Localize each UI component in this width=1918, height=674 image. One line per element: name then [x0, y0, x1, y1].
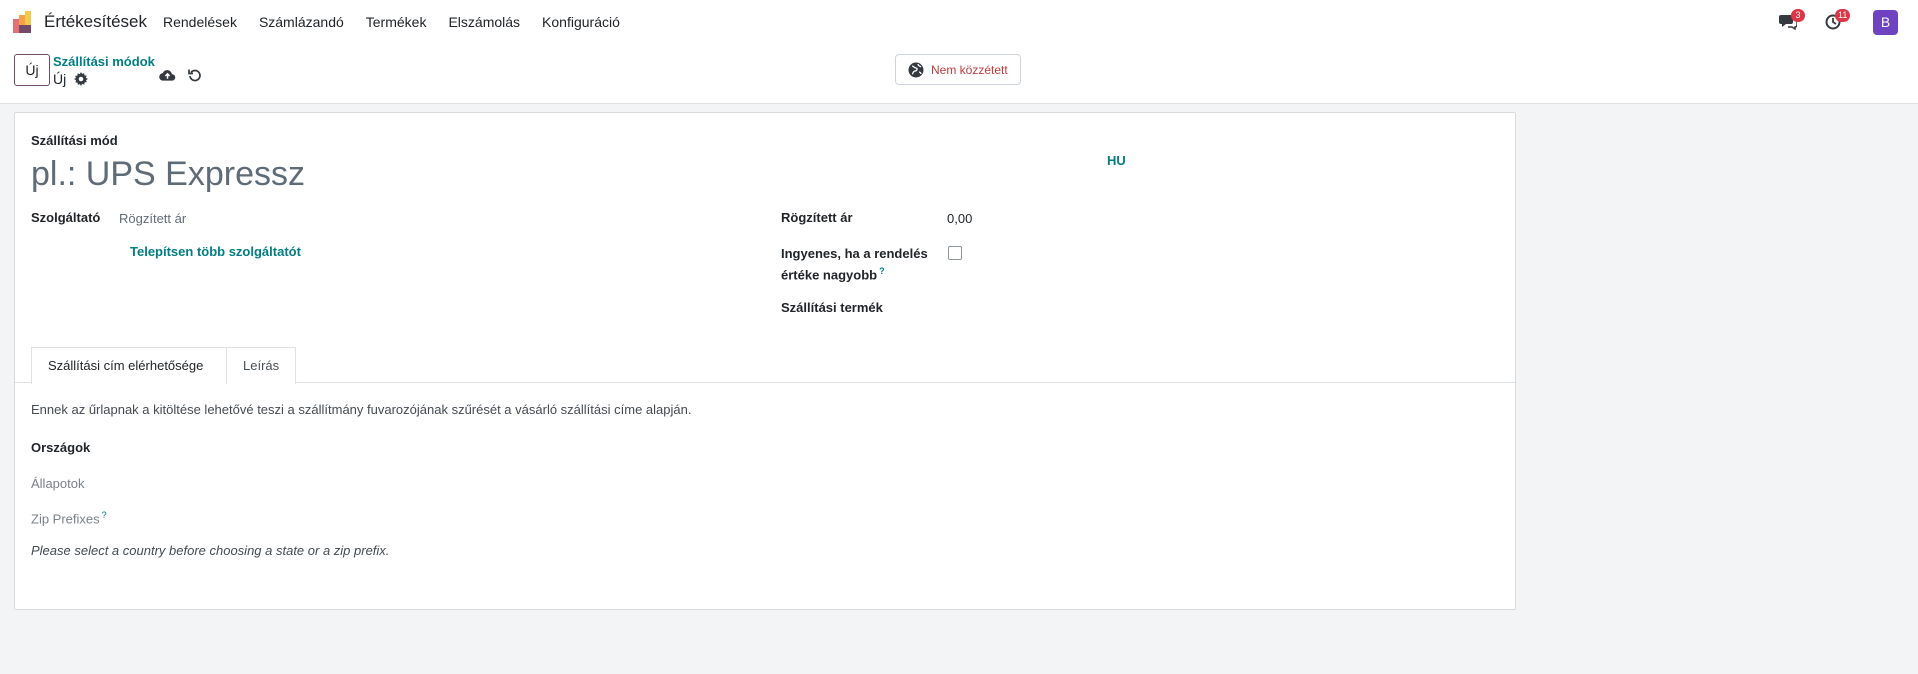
control-panel: Új Szállítási módok Új Nem közzétett	[0, 44, 1918, 104]
name-input[interactable]: pl.: UPS Expressz	[31, 155, 305, 194]
new-button[interactable]: Új	[14, 54, 50, 86]
name-label: Szállítási mód	[31, 133, 118, 148]
menu-to-invoice[interactable]: Számlázandó	[248, 14, 355, 30]
tab-description[interactable]: Leírás	[227, 347, 296, 384]
free-if-label-line1: Ingyenes, ha a rendelés	[781, 246, 928, 261]
free-if-help-icon[interactable]: ?	[879, 266, 885, 276]
breadcrumb-shipping-methods[interactable]: Szállítási módok	[53, 54, 155, 69]
fixed-price-label: Rögzített ár	[781, 210, 853, 225]
notebook-tabs: Szállítási cím elérhetősége Leírás	[15, 344, 1515, 384]
free-if-label-line2: értéke nagyobb	[781, 267, 878, 283]
form-sheet: Szállítási mód pl.: UPS Expressz HU Szol…	[14, 112, 1516, 610]
countries-label: Országok	[31, 440, 91, 455]
install-more-providers-link[interactable]: Telepítsen több szolgáltatót	[130, 244, 301, 259]
tab-address-availability[interactable]: Szállítási cím elérhetősége	[31, 347, 227, 384]
menu-orders[interactable]: Rendelések	[152, 14, 248, 30]
messages-badge: 3	[1791, 9, 1805, 22]
globe-icon	[908, 62, 924, 77]
menu-configuration[interactable]: Konfiguráció	[531, 14, 631, 30]
activities-button[interactable]: 11	[1825, 9, 1851, 32]
gear-icon[interactable]	[74, 72, 88, 86]
delivery-product-label: Szállítási termék	[781, 300, 883, 315]
app-name[interactable]: Értékesítések	[44, 12, 147, 32]
zip-help-icon[interactable]: ?	[102, 510, 107, 520]
availability-info-text: Ennek az űrlapnak a kitöltése lehetővé t…	[31, 402, 692, 417]
country-hint: Please select a country before choosing …	[31, 543, 390, 558]
discard-undo-icon[interactable]	[188, 68, 202, 82]
provider-select[interactable]: Rögzített ár	[119, 211, 186, 226]
messages-button[interactable]: 3	[1779, 9, 1805, 32]
main-menu: Rendelések Számlázandó Termékek Elszámol…	[152, 0, 631, 44]
publish-label: Nem közzétett	[931, 62, 1008, 77]
menu-reporting[interactable]: Elszámolás	[437, 14, 531, 30]
menu-products[interactable]: Termékek	[355, 14, 438, 30]
activities-badge: 11	[1835, 9, 1851, 22]
zip-prefixes-label: Zip Prefixes?	[31, 510, 107, 526]
language-button[interactable]: HU	[1107, 153, 1126, 168]
free-if-checkbox[interactable]	[948, 246, 962, 260]
free-if-label: értéke nagyobb?	[781, 266, 885, 282]
provider-label: Szolgáltató	[31, 210, 101, 225]
sales-app-icon[interactable]	[13, 11, 36, 33]
top-navbar: Értékesítések Rendelések Számlázandó Ter…	[0, 0, 1918, 44]
save-cloud-icon[interactable]	[159, 68, 176, 82]
states-label: Állapotok	[31, 476, 85, 491]
fixed-price-input[interactable]: 0,00	[947, 211, 972, 226]
user-avatar[interactable]: B	[1873, 10, 1898, 35]
zip-prefixes-label-text: Zip Prefixes	[31, 511, 100, 527]
publish-toggle-button[interactable]: Nem közzétett	[895, 54, 1021, 85]
record-name: Új	[53, 71, 67, 87]
